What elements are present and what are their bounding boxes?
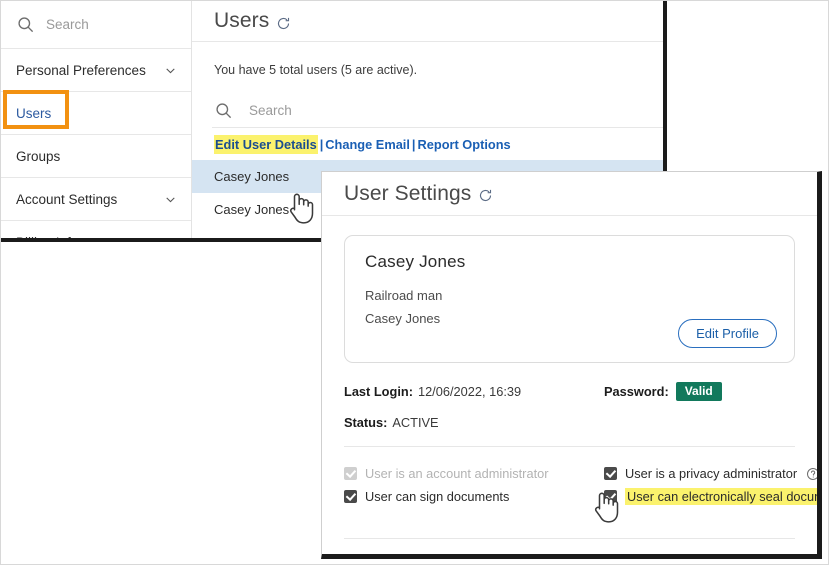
sidebar-item-label: Personal Preferences — [16, 63, 164, 78]
search-icon — [16, 15, 35, 34]
edit-user-details-link[interactable]: Edit User Details — [214, 135, 318, 154]
checkbox-icon[interactable] — [344, 490, 357, 503]
sidebar-item-billing-info[interactable]: Billing Info — [1, 221, 191, 242]
sidebar-search-placeholder: Search — [46, 17, 89, 32]
permission-label: User can electronically seal documents — [625, 488, 822, 505]
status-value: ACTIVE — [392, 415, 438, 430]
users-count-text: You have 5 total users (5 are active). — [192, 42, 663, 77]
refresh-icon[interactable] — [276, 16, 291, 31]
checkbox-icon[interactable] — [604, 467, 617, 480]
sidebar-search[interactable]: Search — [1, 1, 191, 49]
profile-name: Casey Jones — [365, 252, 774, 272]
search-icon — [214, 101, 233, 120]
profile-card: Casey Jones Railroad man Casey Jones Edi… — [344, 235, 795, 363]
auto-delegated-signer-row: Auto Delegated Signer: — [344, 539, 795, 559]
password-group: Password: Valid — [604, 381, 722, 401]
user-settings-window: User Settings Casey Jones Railroad man C… — [321, 171, 822, 559]
sidebar-item-label: Billing Info — [16, 235, 164, 243]
checkbox-icon[interactable] — [604, 490, 617, 503]
profile-title-line: Railroad man — [365, 288, 774, 303]
user-meta-block: Last Login: 12/06/2022, 16:39 Password: … — [344, 381, 795, 447]
users-search-field[interactable]: Search — [212, 93, 663, 128]
user-name: Casey Jones — [214, 169, 289, 184]
permissions-right-column: User is a privacy administrator User can… — [604, 462, 822, 508]
status-badge: Valid — [676, 382, 722, 401]
auto-delegated-signer-label: Auto Delegated Signer: — [344, 552, 488, 559]
settings-title-bar: User Settings — [322, 172, 817, 216]
permission-account-administrator: User is an account administrator — [344, 462, 549, 485]
report-options-link[interactable]: Report Options — [418, 137, 511, 152]
link-separator: | — [410, 137, 418, 152]
page-title: User Settings — [344, 182, 471, 206]
change-email-link[interactable]: Change Email — [325, 137, 410, 152]
sidebar-item-personal-preferences[interactable]: Personal Preferences — [1, 49, 191, 92]
help-circle-icon[interactable] — [497, 553, 511, 560]
user-name: Casey Jones — [214, 202, 289, 217]
user-action-links: Edit User Details|Change Email|Report Op… — [192, 128, 663, 160]
permission-label: User can sign documents — [365, 489, 509, 504]
last-login-label: Last Login: — [344, 384, 413, 399]
help-circle-icon[interactable] — [806, 467, 820, 481]
page-title: Users — [214, 9, 269, 33]
permission-seal-documents[interactable]: User can electronically seal documents — [604, 485, 822, 508]
password-label: Password: — [604, 384, 669, 399]
refresh-icon[interactable] — [478, 188, 493, 203]
permission-can-sign-documents[interactable]: User can sign documents — [344, 485, 549, 508]
permissions-block: User is an account administrator User ca… — [344, 447, 795, 539]
sidebar-item-label: Groups — [16, 149, 177, 164]
sidebar-item-users[interactable]: Users — [1, 92, 191, 135]
edit-profile-button[interactable]: Edit Profile — [678, 319, 777, 348]
sidebar-item-groups[interactable]: Groups — [1, 135, 191, 178]
permission-label: User is an account administrator — [365, 466, 549, 481]
status-label: Status: — [344, 415, 387, 430]
last-login-row: Last Login: 12/06/2022, 16:39 Password: … — [344, 381, 795, 401]
checkbox-icon — [344, 467, 357, 480]
sidebar-item-label: Account Settings — [16, 192, 164, 207]
last-login-value: 12/06/2022, 16:39 — [418, 384, 521, 399]
users-search-placeholder: Search — [249, 103, 292, 118]
chevron-down-icon — [164, 193, 177, 206]
chevron-down-icon — [164, 64, 177, 77]
sidebar-item-label: Users — [16, 106, 177, 121]
screenshot-root: Search Personal Preferences Users Groups… — [0, 0, 829, 565]
users-title-bar: Users — [192, 1, 663, 42]
sidebar-item-account-settings[interactable]: Account Settings — [1, 178, 191, 221]
sidebar: Search Personal Preferences Users Groups… — [1, 1, 192, 242]
chevron-down-icon — [164, 236, 177, 243]
permission-privacy-administrator[interactable]: User is a privacy administrator — [604, 462, 822, 485]
status-row: Status: ACTIVE — [344, 412, 795, 432]
permission-label: User is a privacy administrator — [625, 466, 797, 481]
permissions-left-column: User is an account administrator User ca… — [344, 462, 549, 508]
